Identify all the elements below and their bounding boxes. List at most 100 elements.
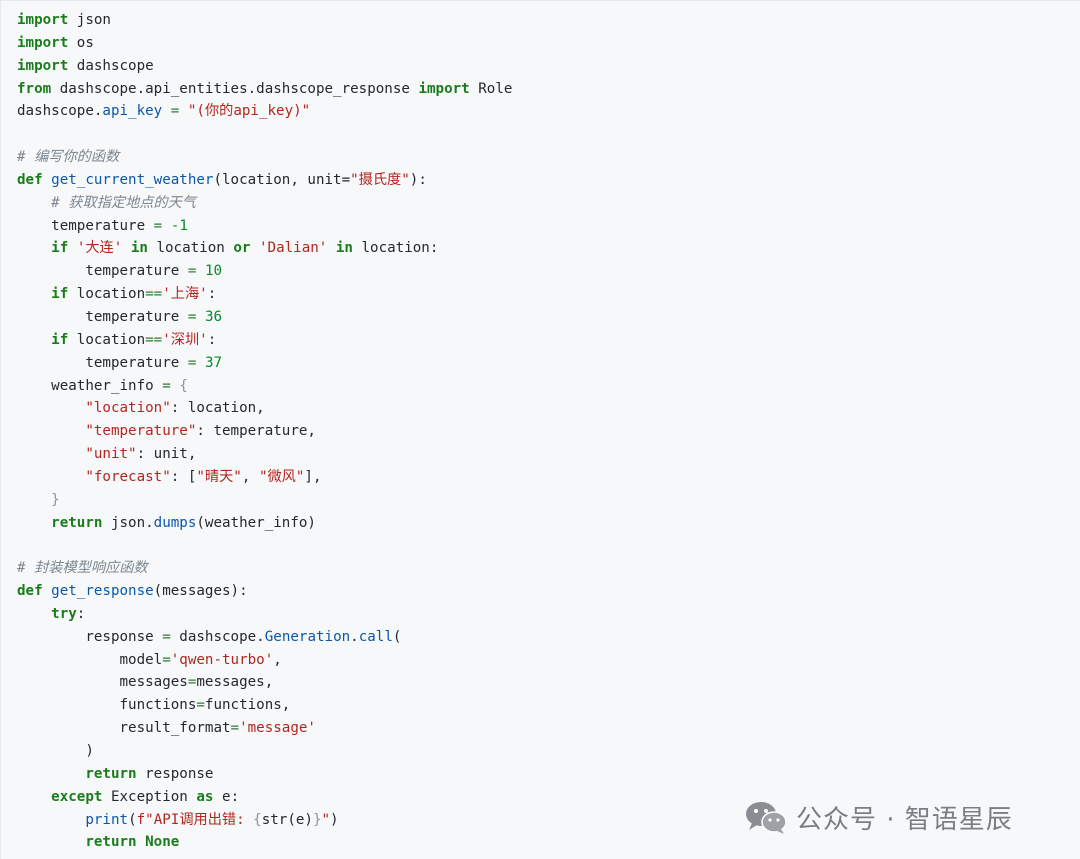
code-text: ], [304, 468, 322, 485]
code-text: e: [213, 788, 240, 805]
code-text: location: [352, 240, 439, 257]
code-line: temperature = 10 [17, 260, 1080, 283]
code-line: from dashscope.api_entities.dashscope_re… [17, 78, 1080, 101]
code-line: # 编写你的函数 [17, 146, 1080, 169]
code-text: ) [330, 811, 339, 828]
code-line: "temperature": temperature, [17, 420, 1080, 443]
code-content: import json import os import dashscope from… [1, 1, 1080, 854]
code-text: : [207, 331, 217, 348]
code-keyword: or [233, 240, 251, 257]
code-text: ) [17, 743, 94, 759]
code-line: import json [17, 9, 1080, 32]
code-keyword: def [17, 171, 43, 188]
code-text: json. [102, 514, 154, 531]
code-operator: = [162, 628, 171, 645]
code-keyword: from [17, 80, 52, 97]
code-line: def get_current_weather(location, unit="… [17, 169, 1080, 192]
code-string: 'message' [239, 720, 316, 737]
code-line: return response [17, 763, 1080, 786]
code-block: import json import os import dashscope from… [0, 0, 1080, 859]
code-operator: = [153, 217, 163, 234]
code-line: "forecast": ["晴天", "微风"], [17, 466, 1080, 489]
code-operator: == [145, 286, 163, 303]
code-keyword: in [335, 240, 353, 257]
code-text: dashscope.api_entities.dashscope_respons… [51, 80, 419, 97]
code-identifier: api_key [102, 103, 163, 120]
code-operator: == [145, 331, 163, 348]
code-line: temperature = 36 [17, 306, 1080, 329]
code-keyword: if [51, 286, 69, 303]
code-text: (location, unit= [213, 171, 351, 188]
code-line: ) [17, 740, 1080, 763]
code-line: "unit": unit, [17, 443, 1080, 466]
wechat-icon [744, 800, 788, 834]
code-text: (messages): [153, 583, 248, 600]
code-line: result_format='message' [17, 717, 1080, 740]
code-keyword: import [17, 57, 69, 74]
code-keyword: return [51, 514, 103, 531]
code-string: "微风" [258, 468, 305, 485]
code-keyword: as [196, 788, 214, 805]
code-string: 'qwen-turbo' [170, 651, 274, 668]
code-string: "forecast" [85, 468, 171, 485]
code-text: messages, [196, 674, 274, 691]
code-identifier: call [358, 628, 393, 645]
code-text: : location, [170, 400, 265, 417]
code-identifier: Generation [264, 628, 351, 645]
code-keyword: def [17, 583, 43, 600]
code-line: return json.dumps(weather_info) [17, 512, 1080, 535]
code-text: : [76, 605, 86, 622]
code-number: 10 [204, 263, 223, 280]
code-string: "摄氏度" [350, 171, 410, 188]
code-keyword: try [51, 605, 77, 622]
code-text: Exception [102, 788, 197, 805]
code-line: model='qwen-turbo', [17, 649, 1080, 672]
code-text: model [17, 651, 163, 668]
code-text: response [17, 628, 163, 645]
code-keyword: except [51, 788, 103, 805]
code-identifier: dumps [153, 514, 197, 531]
code-line: import os [17, 32, 1080, 55]
code-text: location [147, 240, 234, 257]
code-keyword: return [85, 834, 137, 851]
code-operator: = [162, 377, 171, 394]
code-line: if location=='深圳': [17, 329, 1080, 352]
code-text: (weather_info) [196, 514, 316, 531]
code-line: if location=='上海': [17, 283, 1080, 306]
code-string: '深圳' [162, 331, 208, 348]
code-line: functions=functions, [17, 694, 1080, 717]
code-text: , [241, 468, 259, 485]
code-keyword: import [418, 80, 470, 97]
code-keyword: in [130, 240, 148, 257]
code-operator: = [230, 720, 240, 737]
code-comment: # 编写你的函数 [17, 149, 120, 166]
code-keyword: import [17, 34, 69, 51]
code-comment: # 获取指定地点的天气 [51, 194, 196, 211]
code-text: , [273, 651, 282, 668]
code-line: dashscope.api_key = "(你的api_key)" [17, 100, 1080, 123]
code-text: dashscope. [170, 628, 265, 645]
code-line: if '大连' in location or 'Dalian' in locat… [17, 237, 1080, 260]
code-text: Role [469, 80, 513, 97]
code-identifier: get_response [51, 583, 154, 600]
code-text: functions, [204, 697, 291, 714]
code-bracket: { [253, 811, 262, 828]
code-string: " [321, 811, 331, 828]
code-string: "(你的api_key)" [187, 103, 311, 120]
code-text: dashscope. [17, 103, 103, 120]
